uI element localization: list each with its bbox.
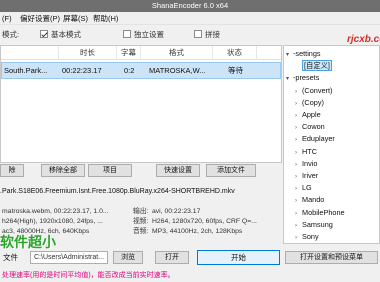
cell-subtitle: 0:2 bbox=[124, 66, 135, 75]
tree-node[interactable]: › HTC bbox=[295, 146, 317, 157]
browse-button[interactable]: 浏览 bbox=[113, 251, 143, 264]
status-message: 处理速率(用的是时间平均值)，能否改成当前实时速率。 bbox=[2, 272, 175, 279]
tree-node-label: Eduplayer bbox=[302, 134, 335, 144]
independent-checkbox[interactable]: 独立设置 bbox=[123, 29, 164, 40]
basic-mode-checkbox[interactable]: 基本模式 bbox=[40, 29, 81, 40]
open-settings-button[interactable]: 打开设置和预设菜单 bbox=[285, 251, 378, 264]
tree-node-label: Apple bbox=[302, 110, 321, 119]
open-button[interactable]: 打开 bbox=[155, 251, 189, 264]
tree-node[interactable]: ▾ -settings bbox=[286, 48, 321, 59]
output-audio-info: MP3, 44100Hz, 2ch, 128Kbps bbox=[152, 228, 243, 235]
menu-file[interactable]: (F) bbox=[2, 12, 12, 25]
independent-label: 独立设置 bbox=[134, 30, 164, 39]
tree-node-label: (Convert) bbox=[302, 85, 333, 95]
output-bar: 文件 C:\Users\Administrat... 浏览 打开 开始 打开设置… bbox=[0, 248, 380, 268]
input-container-info: matroska.webm, 00:22:23.17, 1.0... bbox=[2, 208, 109, 215]
cell-name: South.Park... bbox=[4, 66, 48, 75]
file-list[interactable]: 时长 字幕 格式 状态 South.Park... 00:22:23.17 0:… bbox=[0, 45, 282, 163]
tree-node[interactable]: › (Copy) bbox=[295, 97, 324, 108]
tree-node-label: Iriver bbox=[302, 171, 319, 180]
tree-node[interactable]: › Iriver bbox=[295, 170, 318, 181]
title-bar: ShanaEncoder 6.0 x64 bbox=[0, 0, 380, 12]
col-format[interactable]: 格式 bbox=[141, 46, 213, 60]
tree-node-label: Samsung bbox=[302, 219, 333, 229]
quick-settings-button[interactable]: 快速设置 bbox=[156, 164, 200, 177]
tree-node-label: (Copy) bbox=[302, 97, 324, 107]
tree-node-label: [自定义] bbox=[302, 60, 332, 72]
window-title: ShanaEncoder 6.0 x64 bbox=[151, 1, 229, 10]
tree-node[interactable]: › Apple bbox=[295, 109, 321, 120]
chevron-right-icon[interactable]: › bbox=[295, 233, 302, 243]
remove-all-button[interactable]: 移除全部 bbox=[41, 164, 85, 177]
concat-label: 拼接 bbox=[205, 30, 220, 39]
project-button[interactable]: 项目 bbox=[88, 164, 132, 177]
list-buttons: 除 移除全部 项目 快速设置 添加文件 bbox=[0, 164, 282, 178]
tree-node-label: Cowon bbox=[302, 122, 325, 132]
concat-checkbox[interactable]: 拼接 bbox=[194, 29, 220, 40]
output-folder-label: 文件 bbox=[3, 253, 18, 262]
col-status[interactable]: 状态 bbox=[213, 46, 257, 60]
tree-node[interactable]: › Cowon bbox=[295, 121, 325, 132]
tree-node[interactable]: › MobilePhone bbox=[295, 207, 345, 218]
col-subtitle[interactable]: 字幕 bbox=[117, 46, 141, 60]
col-name[interactable] bbox=[1, 46, 59, 60]
tree-node-label: -presets bbox=[293, 73, 320, 83]
audio-label: 音频: bbox=[133, 228, 149, 235]
chevron-down-icon[interactable]: ▾ bbox=[286, 74, 293, 85]
remove-button[interactable]: 除 bbox=[0, 164, 24, 177]
site-watermark: rjcxb.com bbox=[347, 34, 380, 45]
video-label: 视频: bbox=[133, 218, 149, 225]
tree-node[interactable]: [自定义] bbox=[295, 60, 332, 72]
output-video-info: H264, 1280x720, 60fps, CRF Q=... bbox=[152, 218, 257, 225]
cell-duration: 00:22:23.17 bbox=[62, 66, 102, 75]
tree-node-label: MobilePhone bbox=[302, 207, 345, 217]
tree-node-label: Mando bbox=[302, 195, 325, 205]
output-folder-field[interactable]: C:\Users\Administrat... bbox=[30, 251, 108, 264]
menu-screen[interactable]: 屏幕(S) bbox=[63, 12, 88, 25]
tree-node[interactable]: › (Convert) bbox=[295, 85, 332, 96]
input-video-info: h264(High), 1920x1080, 24fps, ... bbox=[2, 218, 103, 225]
basic-mode-label: 基本模式 bbox=[51, 30, 81, 39]
chevron-down-icon[interactable]: ▾ bbox=[286, 50, 293, 61]
tree-node-label: -settings bbox=[293, 49, 321, 58]
start-button[interactable]: 开始 bbox=[197, 250, 280, 265]
checkbox-box bbox=[123, 30, 131, 38]
preset-tree[interactable]: ▾ -settings [自定义] ▾ -presets › (Convert) › (Copy… bbox=[283, 45, 380, 244]
tree-node[interactable]: › Samsung bbox=[295, 219, 333, 230]
mode-label: 模式: bbox=[2, 30, 20, 39]
tree-node[interactable]: › LG bbox=[295, 182, 312, 193]
table-row[interactable]: South.Park... 00:22:23.17 0:2 MATROSKA,W… bbox=[1, 62, 281, 79]
tree-node-label: Sony bbox=[302, 232, 319, 241]
tree-node[interactable]: › Mando bbox=[295, 194, 324, 205]
output-info: avi, 00:22:23.17 bbox=[152, 208, 201, 215]
mode-options: 模式: 基本模式 独立设置 拼接 bbox=[0, 26, 282, 43]
menu-bar: (F) 偏好设置(P) 屏幕(S) 帮助(H) bbox=[0, 12, 380, 25]
tree-node-label: LG bbox=[302, 183, 312, 193]
checkbox-box bbox=[194, 30, 202, 38]
tree-node[interactable]: › Eduplayer bbox=[295, 133, 335, 144]
tree-node-label: Invio bbox=[302, 158, 318, 168]
menu-preferences[interactable]: 偏好设置(P) bbox=[20, 12, 60, 25]
tree-node-label: HTC bbox=[302, 146, 317, 156]
file-list-header: 时长 字幕 格式 状态 bbox=[1, 46, 281, 60]
tree-node[interactable]: ▾ -presets bbox=[286, 72, 319, 83]
output-label: 输出: bbox=[133, 208, 149, 215]
col-duration[interactable]: 时长 bbox=[59, 46, 117, 60]
tree-node[interactable]: › Sony bbox=[295, 231, 319, 242]
add-file-button[interactable]: 添加文件 bbox=[206, 164, 256, 177]
menu-help[interactable]: 帮助(H) bbox=[93, 12, 118, 25]
tree-node[interactable]: › Invio bbox=[295, 158, 317, 169]
selected-file-path: .Park.S18E06.Freemium.Isnt.Free.1080p.Bl… bbox=[0, 188, 235, 195]
cell-status: 等待 bbox=[228, 66, 243, 75]
check-icon bbox=[40, 30, 48, 38]
cell-format: MATROSKA,W... bbox=[149, 66, 206, 75]
